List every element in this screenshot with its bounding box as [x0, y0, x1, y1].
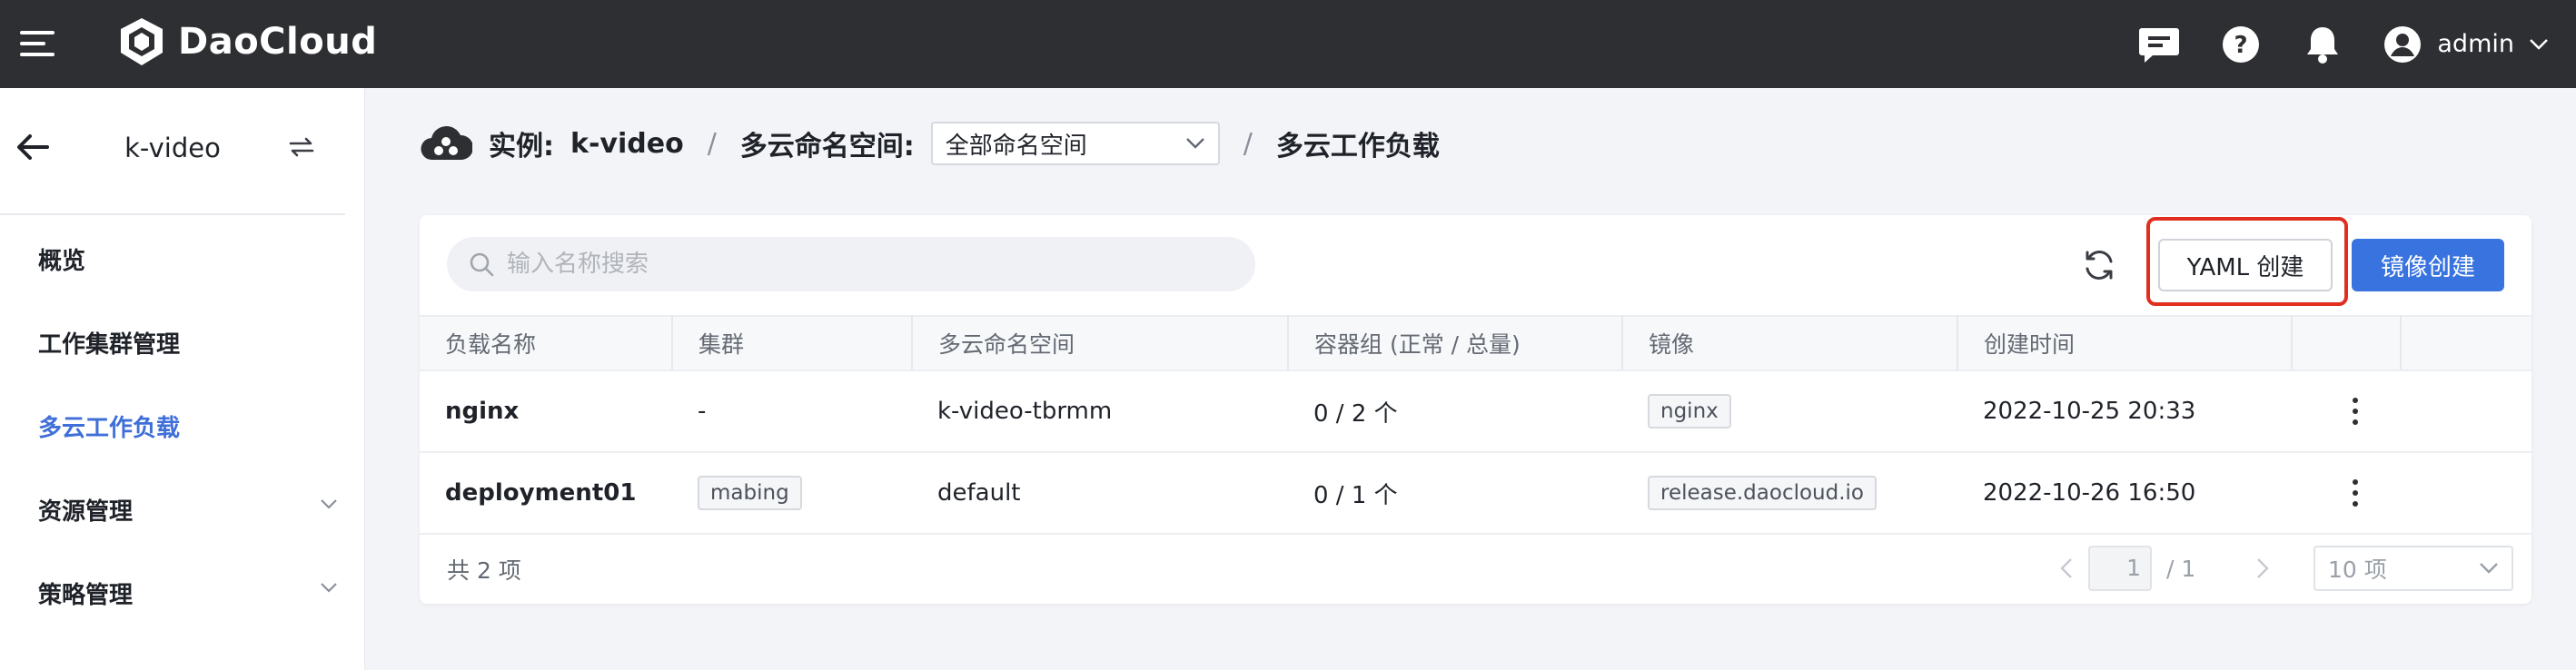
column-header[interactable]: 负载名称 [420, 315, 673, 371]
breadcrumb-separator: / [1243, 127, 1253, 160]
column-header[interactable]: 创建时间 [1957, 315, 2293, 371]
workload-card: YAML 创建 镜像创建 负载名称 集群 多云命名空间 容器组 (正常 / 总量… [420, 215, 2531, 604]
brand-logo[interactable]: DaoCloud [114, 15, 377, 69]
table-row[interactable]: deployment01 mabing default 0 / 1 个 rele… [420, 452, 2531, 535]
table-footer: 共 2 项 1 / 1 10 项 [420, 533, 2531, 604]
chevron-down-icon [1185, 138, 1204, 149]
workload-table: 负载名称 集群 多云命名空间 容器组 (正常 / 总量) 镜像 创建时间 ngi… [420, 315, 2531, 535]
page-size-select[interactable]: 10 项 [2313, 546, 2513, 591]
sidebar-item-policies[interactable]: 策略管理 [38, 576, 338, 610]
search-icon [470, 252, 494, 277]
column-header[interactable]: 集群 [672, 315, 913, 371]
column-header[interactable]: 容器组 (正常 / 总量) [1288, 315, 1623, 371]
top-bar: DaoCloud ? admin [0, 0, 2576, 88]
page-total: / 1 [2166, 555, 2196, 582]
pods-cell: 0 / 1 个 [1288, 452, 1622, 535]
empty-cell [2401, 452, 2531, 535]
page-size-value: 10 项 [2328, 557, 2387, 583]
image-tag: release.daocloud.io [1648, 476, 1878, 510]
next-page-icon[interactable] [2255, 557, 2270, 579]
created-cell: 2022-10-26 16:50 [1957, 452, 2292, 535]
pods-cell: 0 / 2 个 [1288, 370, 1622, 453]
sidebar-item-overview[interactable]: 概览 [38, 242, 338, 276]
chevron-down-icon [321, 583, 337, 593]
message-icon[interactable] [2137, 23, 2181, 66]
svg-text:?: ? [2234, 32, 2248, 59]
created-cell: 2022-10-25 20:33 [1957, 370, 2292, 453]
column-header [2292, 315, 2402, 371]
sidebar-item-resources[interactable]: 资源管理 [38, 493, 338, 527]
table-header-row: 负载名称 集群 多云命名空间 容器组 (正常 / 总量) 镜像 创建时间 [420, 315, 2531, 371]
total-count: 共 2 项 [447, 557, 521, 584]
username: admin [2437, 30, 2514, 58]
sidebar-item-label: 资源管理 [38, 498, 134, 526]
prev-page-icon[interactable] [2059, 557, 2074, 579]
namespace-cell: k-video-tbrmm [912, 370, 1288, 453]
search-box[interactable] [447, 237, 1255, 291]
column-header [2401, 315, 2531, 371]
workload-name[interactable]: deployment01 [420, 452, 672, 535]
cluster-cell: - [672, 370, 912, 453]
actions-cell [2292, 452, 2401, 535]
workload-name[interactable]: nginx [420, 370, 672, 453]
sidebar-item-label: 概览 [38, 248, 86, 275]
breadcrumb: 实例: k-video / 多云命名空间: 全部命名空间 / 多云工作负载 [420, 116, 1440, 171]
breadcrumb-separator: / [707, 127, 717, 160]
namespace-cell: default [912, 452, 1288, 535]
refresh-icon[interactable] [2082, 248, 2116, 282]
cluster-tag: mabing [698, 476, 802, 510]
breadcrumb-current: 多云工作负载 [1275, 131, 1440, 163]
menu-icon[interactable] [20, 31, 54, 58]
image-cell: nginx [1622, 370, 1957, 453]
chevron-down-icon [2480, 563, 2498, 574]
image-tag: nginx [1648, 394, 1731, 429]
image-create-button[interactable]: 镜像创建 [2352, 239, 2504, 291]
daocloud-logo-icon [121, 18, 163, 65]
image-cell: release.daocloud.io [1622, 452, 1957, 535]
more-actions-icon[interactable] [2350, 479, 2361, 507]
sidebar-item-workloads[interactable]: 多云工作负载 [38, 409, 338, 443]
avatar-icon [2384, 25, 2422, 63]
empty-cell [2401, 370, 2531, 453]
page-number-input[interactable]: 1 [2088, 546, 2152, 591]
instance-label: 实例: [489, 131, 554, 163]
yaml-create-button[interactable]: YAML 创建 [2158, 239, 2333, 291]
namespace-select-value: 全部命名空间 [945, 132, 1087, 160]
bell-icon[interactable] [2301, 23, 2344, 66]
search-input[interactable] [507, 251, 1234, 278]
switch-instance-icon[interactable] [287, 135, 316, 159]
sidebar: k-video 概览 工作集群管理 多云工作负载 资源管理 策略管理 [0, 88, 365, 670]
namespace-select[interactable]: 全部命名空间 [930, 122, 1220, 165]
sidebar-item-clusters[interactable]: 工作集群管理 [38, 326, 338, 360]
chevron-down-icon [321, 499, 337, 509]
column-header[interactable]: 镜像 [1622, 315, 1958, 371]
sidebar-item-label: 多云工作负载 [38, 415, 181, 442]
column-header[interactable]: 多云命名空间 [912, 315, 1289, 371]
sidebar-header: k-video [0, 88, 345, 215]
sidebar-item-label: 策略管理 [38, 582, 134, 609]
chevron-down-icon [2530, 38, 2548, 50]
sidebar-item-label: 工作集群管理 [38, 331, 181, 359]
brand-name: DaoCloud [178, 21, 378, 63]
cluster-cell: mabing [672, 452, 912, 535]
user-menu[interactable]: admin [2383, 25, 2549, 64]
cloud-instance-icon [421, 126, 472, 161]
pagination: 1 / 1 [2059, 546, 2270, 591]
actions-cell [2292, 370, 2401, 453]
table-row[interactable]: nginx - k-video-tbrmm 0 / 2 个 nginx 2022… [420, 370, 2531, 453]
more-actions-icon[interactable] [2350, 398, 2361, 425]
help-icon[interactable]: ? [2219, 23, 2263, 66]
namespace-label: 多云命名空间: [739, 131, 915, 163]
instance-value[interactable]: k-video [570, 128, 684, 160]
